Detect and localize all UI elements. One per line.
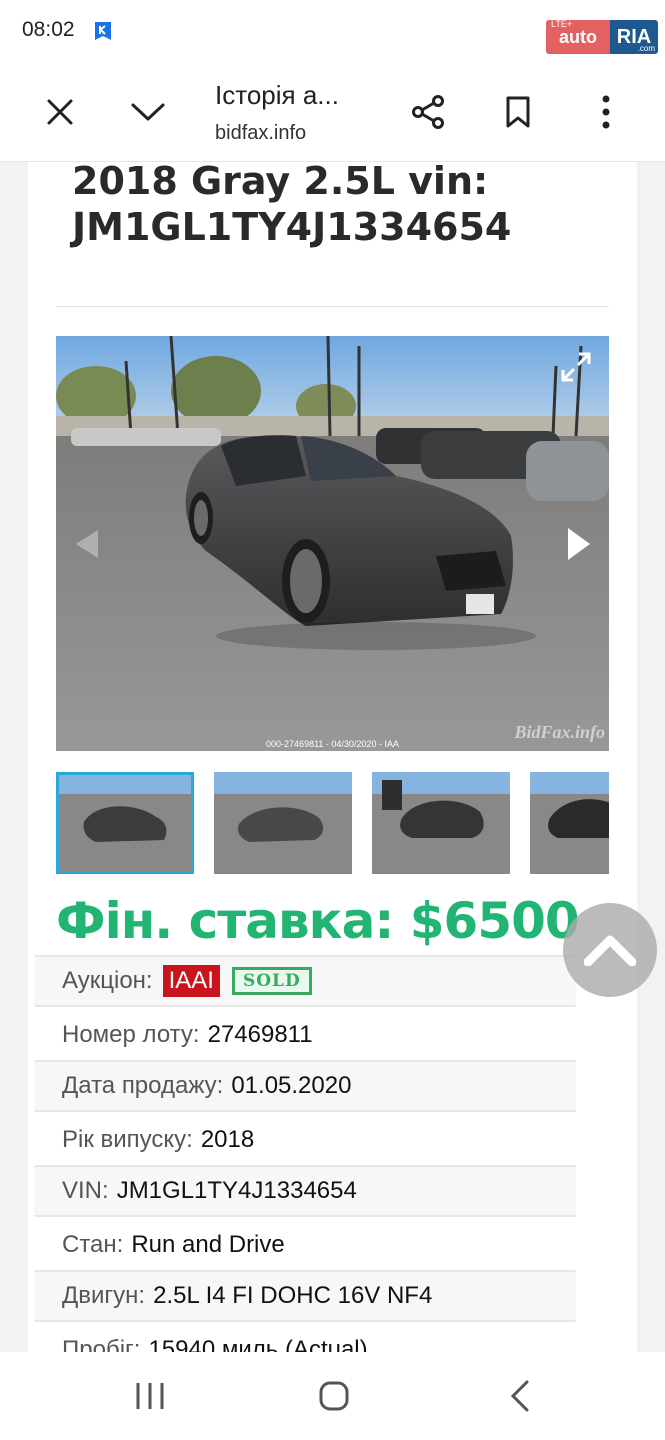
network-indicator: LTE+	[551, 19, 573, 29]
final-bid-price: Фін. ставка: $6500	[56, 892, 580, 950]
sale-date-row: Дата продажу: 01.05.2020	[34, 1060, 576, 1112]
year-row: Рік випуску: 2018	[34, 1114, 576, 1166]
system-nav-bar	[0, 1352, 665, 1440]
iaai-badge: IAAI	[162, 965, 220, 997]
thumbnail-1[interactable]	[56, 772, 194, 874]
status-time: 08:02	[22, 18, 75, 41]
autoria-ria-text: RIA .com	[610, 20, 658, 54]
year-label: Рік випуску:	[62, 1126, 193, 1153]
status-bar: 08:02 auto RIA .com LTE+	[0, 0, 665, 64]
share-icon	[412, 95, 444, 129]
web-page: 2018 Gray 2.5L vin: JM1GL1TY4J1334654 Bi…	[0, 162, 665, 1352]
close-button[interactable]	[32, 84, 88, 140]
thumbnail-3[interactable]	[372, 772, 510, 874]
next-photo-icon[interactable]	[565, 526, 593, 562]
share-button[interactable]	[400, 84, 456, 140]
page-url: bidfax.info	[215, 122, 307, 144]
minimize-button[interactable]	[120, 84, 176, 140]
back-icon	[510, 1380, 529, 1412]
sale-date-value: 01.05.2020	[231, 1072, 352, 1099]
more-vertical-icon	[602, 95, 610, 129]
vin-value: JM1GL1TY4J1334654	[116, 1177, 357, 1204]
mileage-row: Пробіг: 15940 миль (Actual)	[34, 1324, 576, 1352]
bookmark-icon	[506, 96, 530, 128]
home-icon	[319, 1381, 349, 1411]
close-icon	[47, 99, 73, 125]
previous-photo-icon[interactable]	[74, 528, 100, 560]
photo-thumbnails	[56, 772, 609, 874]
vin-row: VIN: JM1GL1TY4J1334654	[34, 1165, 576, 1217]
engine-value: 2.5L I4 FI DOHC 16V NF4	[153, 1282, 433, 1309]
more-options-button[interactable]	[578, 84, 634, 140]
photo-caption: 000-27469811 - 04/30/2020 - IAA	[266, 739, 399, 749]
vin-label: VIN:	[62, 1177, 109, 1204]
thumbnail-4[interactable]	[530, 772, 609, 874]
recent-apps-icon	[136, 1383, 164, 1409]
chevron-down-icon	[131, 103, 165, 121]
car-photo-image	[56, 336, 609, 751]
page-title: Історія а...	[215, 80, 339, 110]
auction-row: Аукціон: IAAI SOLD	[34, 955, 576, 1007]
lot-number-value: 27469811	[207, 1021, 313, 1048]
back-button[interactable]	[490, 1374, 550, 1418]
recent-apps-button[interactable]	[120, 1374, 180, 1418]
mileage-label: Пробіг:	[62, 1336, 141, 1352]
condition-row: Стан: Run and Drive	[34, 1219, 576, 1271]
sale-date-label: Дата продажу:	[62, 1072, 224, 1099]
condition-value: Run and Drive	[131, 1231, 285, 1258]
lot-number-row: Номер лоту: 27469811	[34, 1009, 576, 1061]
year-value: 2018	[200, 1126, 255, 1153]
custom-tab-toolbar: Історія а... bidfax.info	[0, 64, 665, 162]
home-button[interactable]	[304, 1374, 364, 1418]
bookmark-button[interactable]	[490, 84, 546, 140]
main-car-photo[interactable]: BidFax.info 000-27469811 - 04/30/2020 - …	[56, 336, 609, 751]
auction-label: Аукціон:	[62, 967, 153, 994]
sold-badge: SOLD	[231, 967, 312, 995]
mileage-value: 15940 миль (Actual)	[148, 1336, 368, 1352]
scroll-to-top-button[interactable]	[563, 903, 657, 997]
car-title: 2018 Gray 2.5L vin: JM1GL1TY4J1334654	[72, 162, 512, 249]
notification-app-icon	[95, 22, 111, 40]
thumbnail-2[interactable]	[214, 772, 352, 874]
expand-icon[interactable]	[559, 350, 593, 384]
divider	[56, 306, 609, 307]
lot-number-label: Номер лоту:	[62, 1021, 200, 1048]
chevron-up-icon	[584, 935, 636, 966]
condition-label: Стан:	[62, 1231, 124, 1258]
engine-row: Двигун: 2.5L I4 FI DOHC 16V NF4	[34, 1270, 576, 1322]
engine-label: Двигун:	[62, 1282, 146, 1309]
